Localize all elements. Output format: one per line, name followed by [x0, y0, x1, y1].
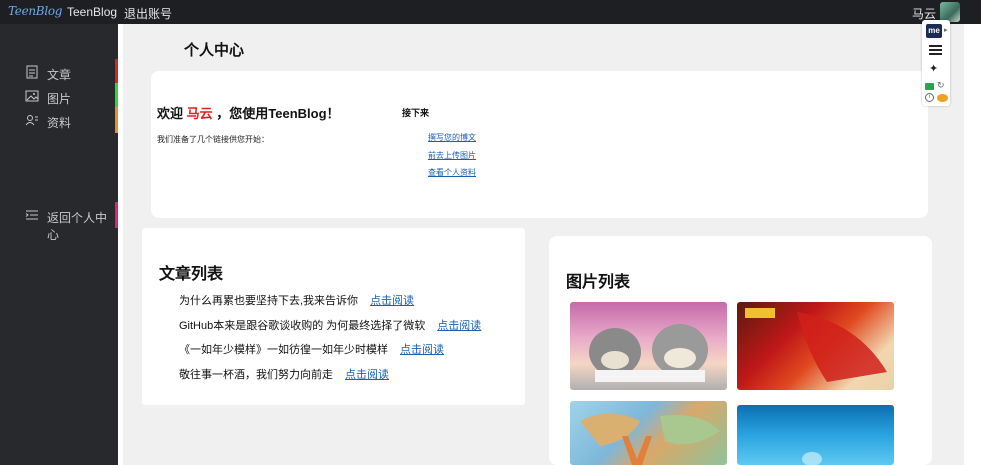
- article-title: 敬往事一杯酒，我们努力向前走: [179, 369, 333, 381]
- sidebar-item-images[interactable]: 图片: [0, 83, 118, 109]
- eye-icon[interactable]: [937, 94, 948, 102]
- image-thumbnail[interactable]: [737, 302, 894, 390]
- article-title: GitHub本来是跟谷歌谈收购的 为何最终选择了微软: [179, 320, 426, 332]
- list-item: 敬往事一杯酒，我们努力向前走 点击阅读: [179, 366, 389, 382]
- next-steps-title: 接下来: [402, 108, 430, 118]
- welcome-heading: 欢迎 马云 ，您使用TeenBlog！: [157, 103, 340, 122]
- image-thumbnail[interactable]: [737, 405, 894, 465]
- me-extension-button[interactable]: me: [926, 24, 942, 38]
- logout-link[interactable]: 退出账号: [124, 5, 172, 22]
- welcome-intro: 我们准备了几个链接供您开始：: [157, 135, 269, 144]
- read-link[interactable]: 点击阅读: [345, 369, 389, 381]
- write-post-link[interactable]: 撰写您的博文: [428, 132, 476, 143]
- image-icon: [25, 90, 39, 102]
- document-icon: [26, 65, 38, 79]
- article-title: 《一如年少模样》一如彷徨一如年少时模样: [179, 344, 388, 356]
- cartoon-wolves-image: [589, 324, 708, 382]
- article-title: 为什么再累也要坚持下去,我来告诉你: [179, 295, 359, 307]
- list-item: GitHub本来是跟谷歌谈收购的 为何最终选择了微软 点击阅读: [179, 317, 481, 333]
- scrollbar-track[interactable]: [964, 24, 981, 465]
- sidebar-item-articles[interactable]: 文章: [0, 59, 118, 85]
- read-link[interactable]: 点击阅读: [400, 344, 444, 356]
- list-item: 《一如年少模样》一如彷徨一如年少时模样 点击阅读: [179, 341, 444, 357]
- top-bar: TeenBlog TeenBlog 退出账号 马云: [0, 0, 981, 24]
- read-link[interactable]: 点击阅读: [370, 295, 414, 307]
- image-thumbnail[interactable]: [570, 302, 727, 390]
- menu-icon[interactable]: [929, 45, 942, 55]
- view-profile-link[interactable]: 查看个人资料: [428, 167, 476, 178]
- list-item: 为什么再累也要坚持下去,我来告诉你 点击阅读: [179, 292, 414, 308]
- profile-card-icon: [25, 115, 38, 126]
- page-title: 个人中心: [184, 42, 245, 59]
- sidebar: 文章 图片 资料 返回个人中心: [0, 24, 118, 465]
- world-map-image: [580, 413, 720, 465]
- welcome-prefix: 欢迎: [157, 106, 187, 121]
- upload-image-link[interactable]: 前去上传图片: [428, 150, 476, 161]
- chevron-right-icon[interactable]: ▸: [944, 26, 948, 34]
- sidebar-item-label: 图片: [47, 92, 72, 106]
- refresh-icon[interactable]: ↻: [937, 80, 945, 91]
- articles-title: 文章列表: [159, 266, 224, 283]
- site-logo[interactable]: TeenBlog: [8, 4, 62, 18]
- info-icon[interactable]: i: [925, 93, 934, 102]
- read-link[interactable]: 点击阅读: [437, 320, 481, 332]
- magic-wand-icon[interactable]: ✦: [929, 62, 938, 75]
- avatar[interactable]: [940, 2, 960, 22]
- jellyfish-image: [802, 452, 822, 465]
- sidebar-item-profile[interactable]: 资料: [0, 107, 118, 133]
- sidebar-item-label: 返回个人中心: [47, 211, 108, 242]
- welcome-username: 马云: [186, 106, 213, 121]
- sidebar-item-label: 资料: [47, 116, 72, 130]
- sidebar-item-back-center[interactable]: 返回个人中心: [0, 202, 118, 242]
- monkey-king-image: [745, 308, 887, 382]
- brand-link[interactable]: TeenBlog: [67, 5, 117, 19]
- welcome-suffix: ，您使用TeenBlog！: [212, 106, 340, 121]
- images-title: 图片列表: [566, 274, 631, 291]
- sidebar-item-label: 文章: [47, 68, 72, 82]
- cast-icon[interactable]: [925, 83, 934, 90]
- list-indent-icon: [25, 210, 38, 220]
- floating-toolbar: me ▸ ✦ ↻ i: [922, 20, 950, 106]
- image-thumbnail[interactable]: [570, 401, 727, 465]
